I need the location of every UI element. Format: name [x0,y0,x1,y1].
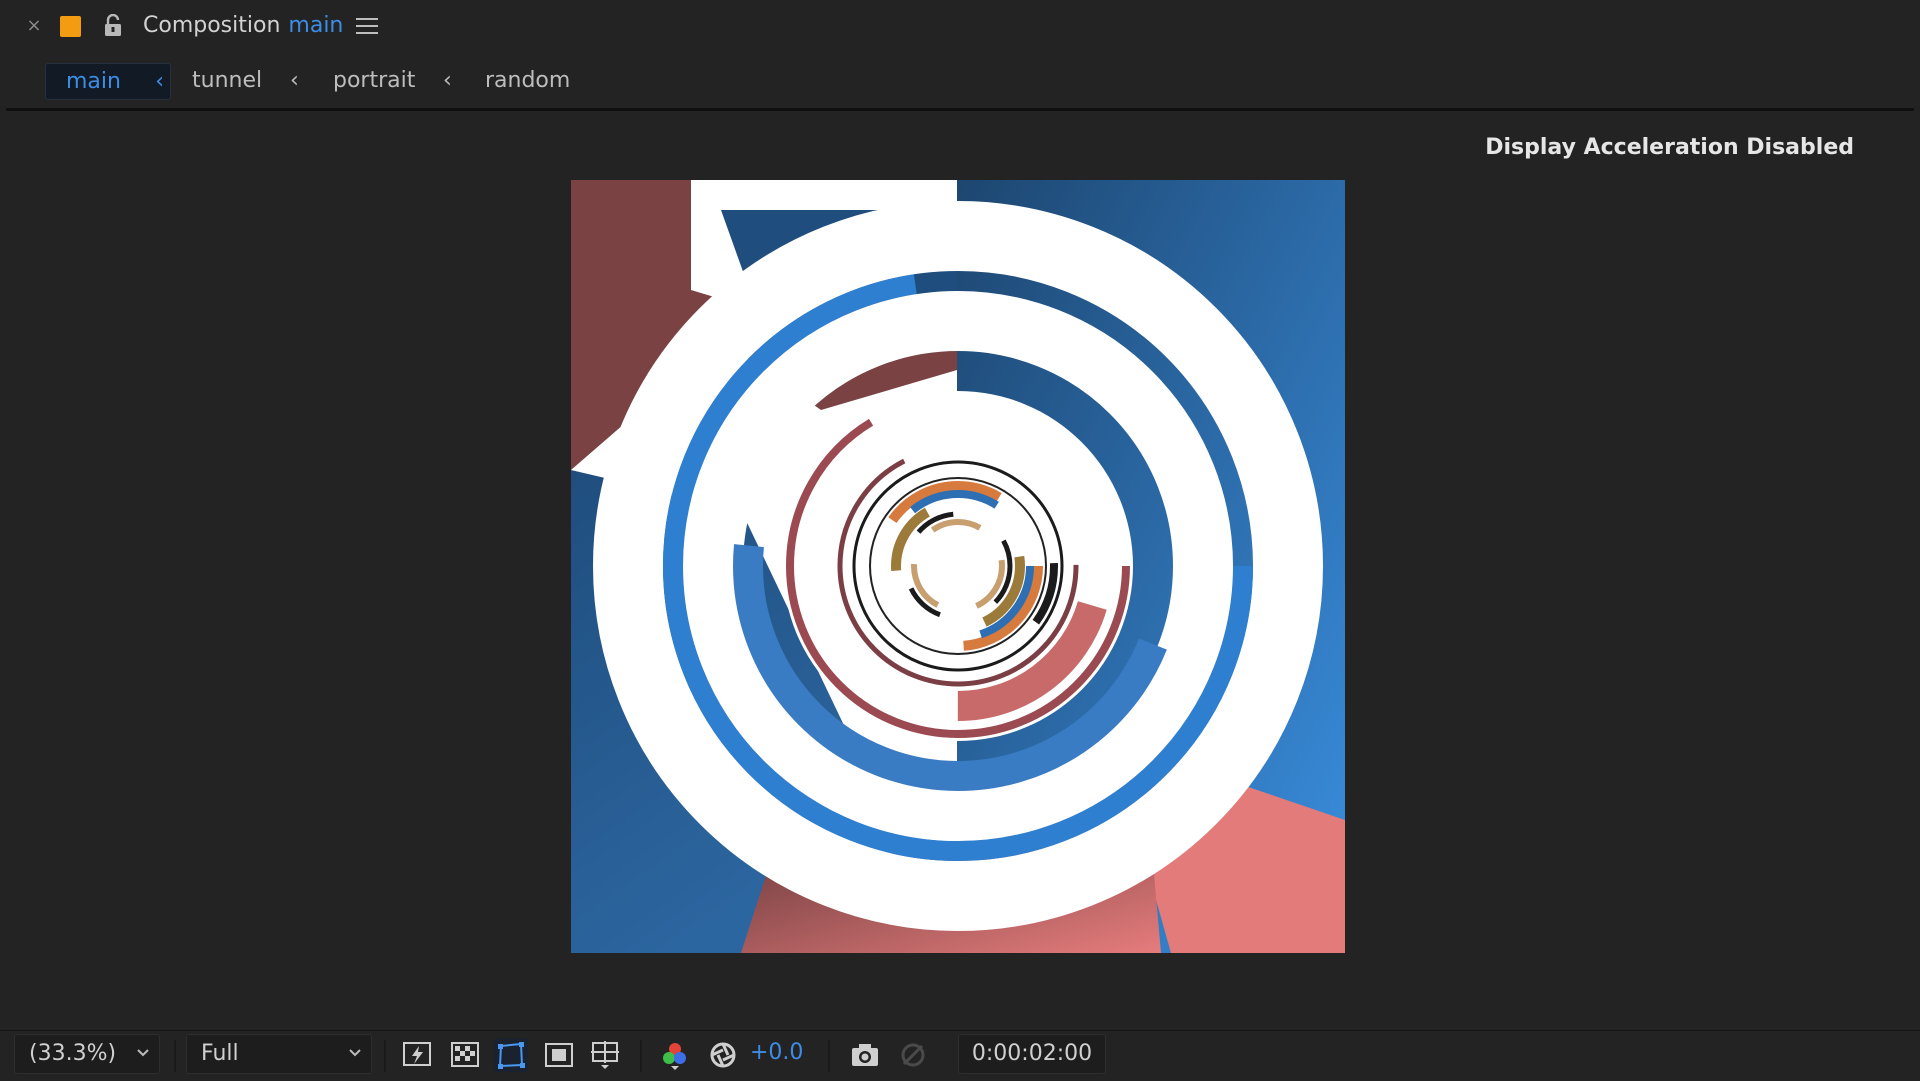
toolbar-separator [828,1040,830,1072]
panel-title-comp-name: main [288,13,344,38]
breadcrumb-chevron-icon: ‹ [443,68,452,93]
fast-previews-icon[interactable] [400,1038,434,1072]
lock-open-icon[interactable] [102,14,124,38]
breadcrumb-tunnel[interactable]: tunnel [192,63,262,99]
breadcrumb-label: portrait [333,68,416,93]
panel-title: Composition main [143,13,343,38]
viewer-toolbar: (33.3%) Full +0.0 0:00:02:00 [0,1030,1920,1081]
exposure-value[interactable]: +0.0 [750,1040,803,1065]
color-channels-icon[interactable] [658,1038,692,1072]
close-icon: × [26,15,42,36]
panel-titlebar: × Composition main [0,0,1920,54]
mask-path-visibility-icon[interactable] [494,1038,528,1072]
breadcrumb-label: main [66,69,121,94]
breadcrumb-main[interactable]: main ‹ [45,63,171,100]
composition-panel: × Composition main main ‹ tunnel ‹ portra… [0,0,1920,1081]
timecode-value: 0:00:02:00 [971,1041,1093,1066]
current-time-display[interactable]: 0:00:02:00 [958,1034,1106,1074]
breadcrumb-label: random [485,68,571,93]
composition-color-swatch[interactable] [60,16,81,37]
snapshot-camera-icon[interactable] [848,1038,882,1072]
toolbar-separator [640,1040,642,1072]
close-panel-button[interactable]: × [24,16,44,36]
hamburger-menu-icon[interactable] [356,18,378,36]
resolution-value: Full [201,1041,239,1066]
chevron-down-icon [349,1049,361,1057]
display-acceleration-notice: Display Acceleration Disabled [1485,135,1854,160]
breadcrumb-chevron-icon: ‹ [290,68,299,93]
composition-viewer[interactable]: Display Acceleration Disabled [6,111,1914,1029]
show-snapshot-icon[interactable] [896,1038,930,1072]
composition-frame[interactable] [571,180,1345,953]
breadcrumb-chevron-icon: ‹ [155,69,164,94]
transparency-grid-icon[interactable] [448,1038,482,1072]
breadcrumb-label: tunnel [192,68,263,93]
grid-guides-icon[interactable] [588,1038,622,1072]
resolution-dropdown[interactable]: Full [186,1034,372,1074]
composition-breadcrumb: main ‹ tunnel ‹ portrait ‹ random [0,58,1920,108]
breadcrumb-random[interactable]: random [485,63,570,99]
panel-title-label: Composition [143,13,281,38]
magnification-dropdown[interactable]: (33.3%) [14,1034,160,1074]
breadcrumb-portrait[interactable]: portrait [333,63,415,99]
region-of-interest-icon[interactable] [542,1038,576,1072]
reset-exposure-icon[interactable] [706,1038,740,1072]
toolbar-separator [384,1040,386,1072]
toolbar-separator [174,1040,176,1072]
composition-render [571,180,1345,953]
magnification-value: (33.3%) [29,1041,117,1066]
chevron-down-icon [137,1049,149,1057]
